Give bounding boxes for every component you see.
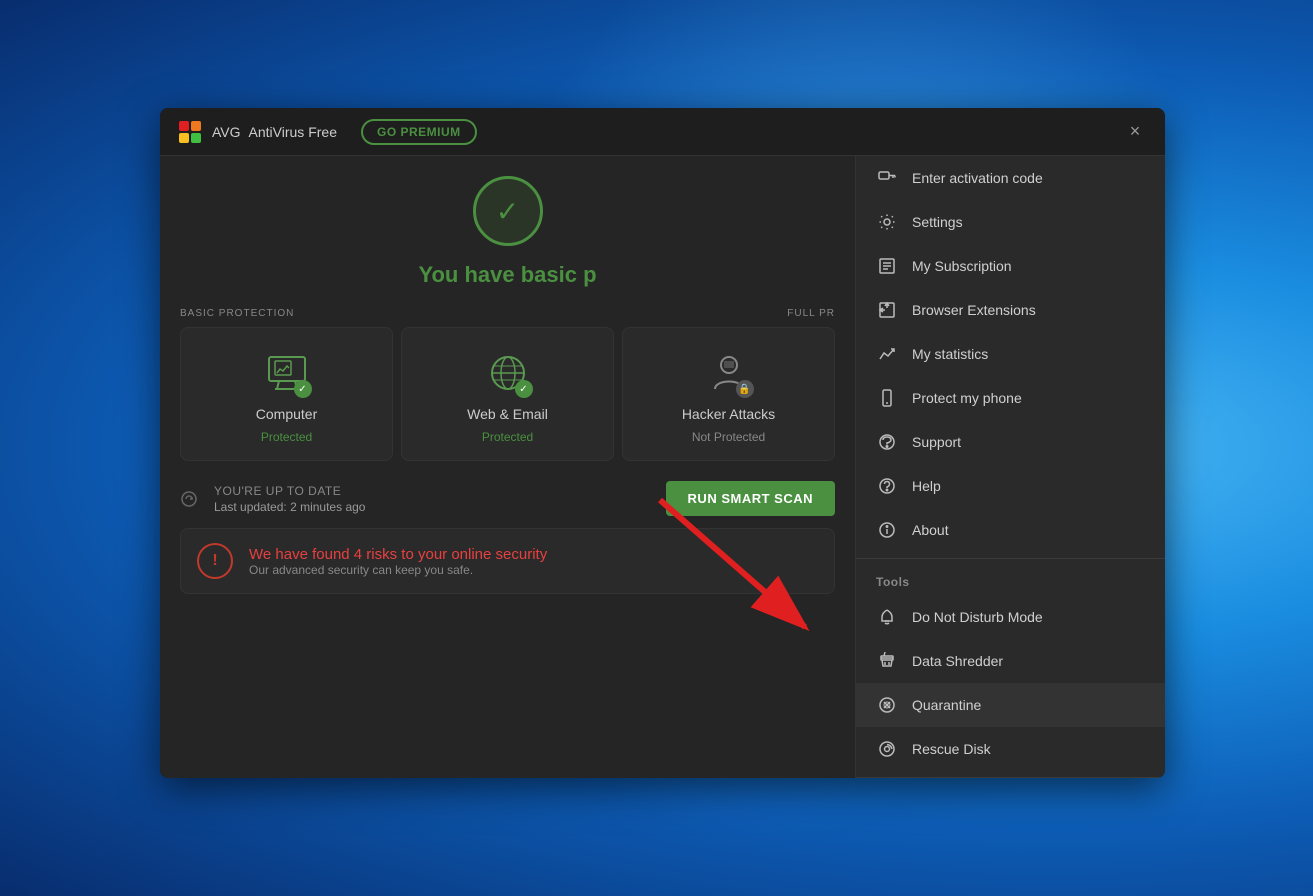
- menu-label-about: About: [912, 522, 949, 538]
- status-text: You have basic p: [418, 262, 596, 288]
- help-icon: [876, 475, 898, 497]
- app-window: AVG AntiVirus Free GO PREMIUM × ✓ You ha…: [160, 108, 1165, 778]
- tools-section-label: Tools: [856, 565, 1165, 595]
- menu-item-data-shredder[interactable]: Data Shredder: [856, 639, 1165, 683]
- about-icon: [876, 519, 898, 541]
- menu-label-enter-activation: Enter activation code: [912, 170, 1043, 186]
- menu-label-support: Support: [912, 434, 961, 450]
- phone-icon: [876, 387, 898, 409]
- protection-grid: BASIC PROTECTION FULL PR: [180, 308, 835, 461]
- menu-divider-1: [856, 558, 1165, 559]
- menu-divider-2: [856, 777, 1165, 778]
- menu-item-my-statistics[interactable]: My statistics: [856, 332, 1165, 376]
- full-protection-label: FULL PR: [787, 308, 835, 319]
- hacker-attacks-card[interactable]: 🔒 Hacker Attacks Not Protected: [622, 327, 835, 461]
- support-icon: [876, 431, 898, 453]
- menu-item-quarantine[interactable]: Quarantine: [856, 683, 1165, 727]
- hacker-badge: 🔒: [736, 380, 754, 398]
- menu-label-browser-extensions: Browser Extensions: [912, 302, 1036, 318]
- hacker-icon: 🔒: [704, 348, 754, 398]
- warning-text-area: We have found 4 risks to your online sec…: [249, 546, 547, 577]
- main-content: ✓ You have basic p BASIC PROTECTION FULL…: [160, 156, 1165, 778]
- hacker-card-status: Not Protected: [692, 430, 765, 444]
- update-info: YOU'RE UP TO DATE Last updated: 2 minute…: [214, 484, 365, 514]
- protection-labels: BASIC PROTECTION FULL PR: [180, 308, 835, 319]
- menu-label-my-subscription: My Subscription: [912, 258, 1012, 274]
- update-row: YOU'RE UP TO DATE Last updated: 2 minute…: [180, 481, 835, 516]
- menu-item-my-subscription[interactable]: My Subscription: [856, 244, 1165, 288]
- warning-text-main: We have found 4 risks to your online sec…: [249, 546, 547, 563]
- web-icon: ✓: [483, 348, 533, 398]
- menu-label-data-shredder: Data Shredder: [912, 653, 1003, 669]
- app-main-panel: ✓ You have basic p BASIC PROTECTION FULL…: [160, 156, 855, 778]
- subscription-icon: [876, 255, 898, 277]
- status-circle: ✓: [473, 176, 543, 246]
- menu-item-protect-phone[interactable]: Protect my phone: [856, 376, 1165, 420]
- do-not-disturb-icon: [876, 606, 898, 628]
- update-status-text: YOU'RE UP TO DATE: [214, 484, 365, 498]
- go-premium-button[interactable]: GO PREMIUM: [361, 119, 477, 145]
- menu-item-do-not-disturb[interactable]: Do Not Disturb Mode: [856, 595, 1165, 639]
- settings-icon: [876, 211, 898, 233]
- menu-item-help[interactable]: Help: [856, 464, 1165, 508]
- status-highlight: basic p: [521, 262, 597, 287]
- menu-label-do-not-disturb: Do Not Disturb Mode: [912, 609, 1043, 625]
- key-icon: [876, 167, 898, 189]
- menu-label-my-statistics: My statistics: [912, 346, 988, 362]
- web-badge: ✓: [515, 380, 533, 398]
- title-bar: AVG AntiVirus Free GO PREMIUM ×: [160, 108, 1165, 156]
- avg-logo: [176, 118, 204, 146]
- run-smart-scan-button[interactable]: RUN SMART SCAN: [666, 481, 835, 516]
- menu-label-rescue-disk: Rescue Disk: [912, 741, 991, 757]
- app-brand: AVG: [212, 124, 241, 140]
- basic-protection-label: BASIC PROTECTION: [180, 308, 294, 319]
- web-card-status: Protected: [482, 430, 533, 444]
- logo-sq-green: [191, 133, 201, 143]
- warning-text-sub: Our advanced security can keep you safe.: [249, 563, 547, 577]
- status-prefix: You have: [418, 262, 520, 287]
- menu-label-help: Help: [912, 478, 941, 494]
- browser-extensions-icon: [876, 299, 898, 321]
- check-icon: ✓: [496, 195, 519, 228]
- hacker-card-name: Hacker Attacks: [682, 406, 775, 422]
- computer-icon: ✓: [262, 348, 312, 398]
- update-time: Last updated: 2 minutes ago: [214, 500, 365, 514]
- rescue-disk-icon: [876, 738, 898, 760]
- computer-card-name: Computer: [256, 406, 317, 422]
- logo-sq-yellow: [179, 133, 189, 143]
- warning-icon: !: [197, 543, 233, 579]
- menu-label-quarantine: Quarantine: [912, 697, 981, 713]
- menu-item-enter-activation[interactable]: Enter activation code: [856, 156, 1165, 200]
- menu-item-about[interactable]: About: [856, 508, 1165, 552]
- app-title: AntiVirus Free: [249, 124, 337, 140]
- data-shredder-icon: [876, 650, 898, 672]
- logo-area: AVG AntiVirus Free GO PREMIUM: [176, 118, 477, 146]
- quarantine-icon: [876, 694, 898, 716]
- warning-row: ! We have found 4 risks to your online s…: [180, 528, 835, 594]
- computer-card-status: Protected: [261, 430, 312, 444]
- cards-row: ✓ Computer Protected: [180, 327, 835, 461]
- menu-item-settings[interactable]: Settings: [856, 200, 1165, 244]
- menu-item-rescue-disk[interactable]: Rescue Disk: [856, 727, 1165, 771]
- menu-item-support[interactable]: Support: [856, 420, 1165, 464]
- close-button[interactable]: ×: [1121, 118, 1149, 146]
- statistics-icon: [876, 343, 898, 365]
- menu-label-protect-phone: Protect my phone: [912, 390, 1022, 406]
- computer-card[interactable]: ✓ Computer Protected: [180, 327, 393, 461]
- update-icon: [180, 490, 198, 508]
- menu-item-browser-extensions[interactable]: Browser Extensions: [856, 288, 1165, 332]
- logo-sq-red: [179, 121, 189, 131]
- logo-sq-orange: [191, 121, 201, 131]
- menu-label-settings: Settings: [912, 214, 963, 230]
- dropdown-menu: Enter activation code Settings: [855, 156, 1165, 778]
- computer-badge: ✓: [294, 380, 312, 398]
- web-email-card[interactable]: ✓ Web & Email Protected: [401, 327, 614, 461]
- web-card-name: Web & Email: [467, 406, 548, 422]
